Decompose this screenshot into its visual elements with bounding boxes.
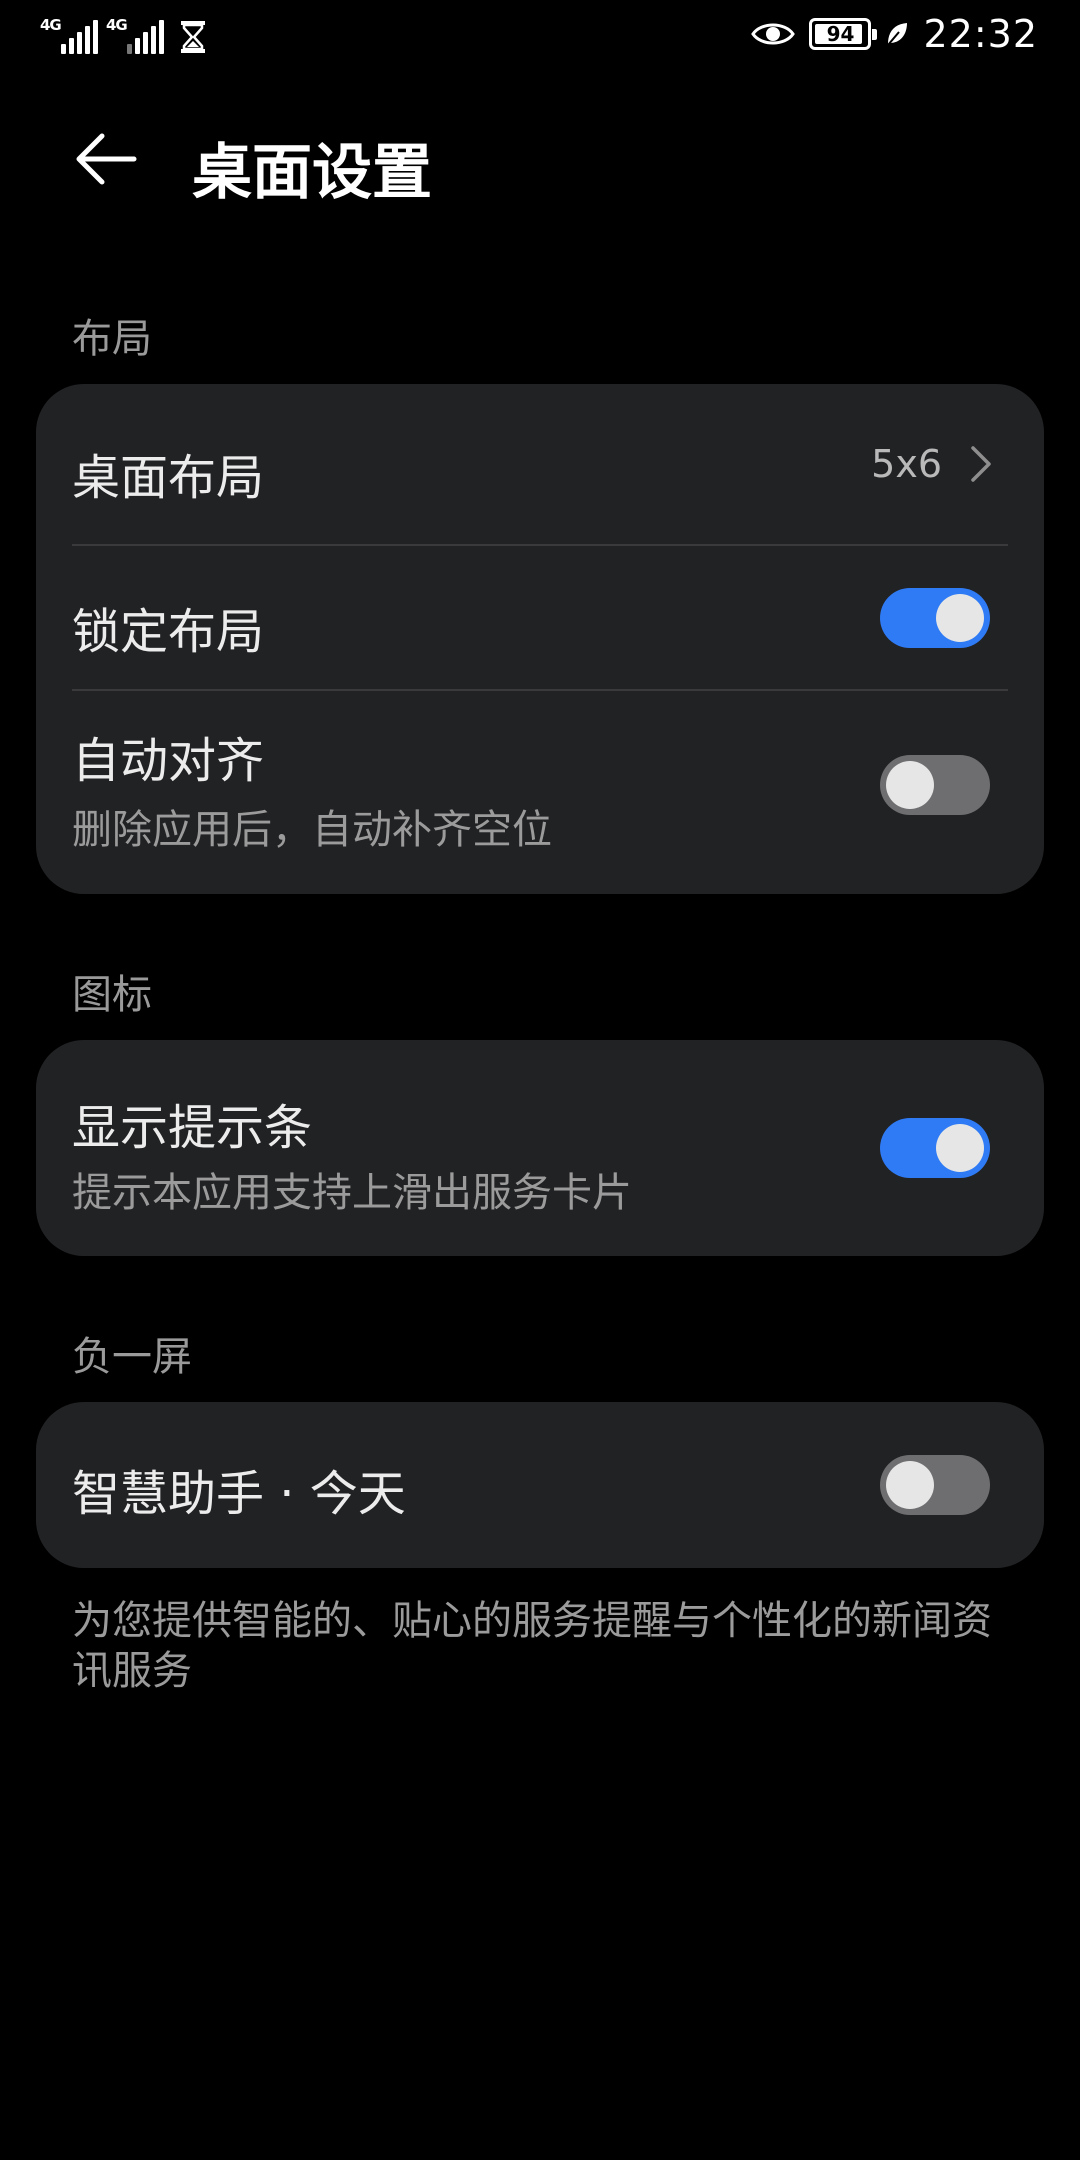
toggle-knob — [886, 761, 934, 809]
layout-card: 桌面布局 5x6 锁定布局 自动对齐 删除应用后，自动补齐空位 — [36, 384, 1044, 894]
section-label-minus-one-screen: 负一屏 — [72, 1334, 192, 1380]
back-arrow-icon[interactable] — [70, 122, 144, 196]
desktop-layout-value: 5x6 — [871, 442, 942, 486]
desktop-layout-title: 桌面布局 — [72, 450, 265, 506]
show-hint-bar-row: 显示提示条 提示本应用支持上滑出服务卡片 — [36, 1040, 1044, 1256]
status-left: 4G 4G — [40, 14, 208, 54]
smart-assistant-description: 为您提供智能的、贴心的服务提醒与个性化的新闻资讯服务 — [72, 1598, 992, 1694]
signal-icon: 4G — [106, 14, 164, 54]
section-label-icons: 图标 — [72, 972, 152, 1018]
show-hint-bar-toggle[interactable] — [880, 1118, 990, 1178]
toggle-knob — [936, 594, 984, 642]
smart-assistant-title: 智慧助手 · 今天 — [72, 1466, 406, 1522]
sim2-network-label: 4G — [106, 16, 128, 34]
smart-assistant-toggle[interactable] — [880, 1455, 990, 1515]
status-right: 94 22:32 — [751, 12, 1038, 56]
minus-one-screen-card: 智慧助手 · 今天 — [36, 1402, 1044, 1568]
signal-icon: 4G — [40, 14, 98, 54]
toggle-knob — [936, 1124, 984, 1172]
chevron-right-icon — [971, 446, 991, 482]
auto-align-title: 自动对齐 — [72, 733, 265, 789]
lock-layout-title: 锁定布局 — [72, 604, 265, 660]
auto-align-row: 自动对齐 删除应用后，自动补齐空位 — [36, 691, 1044, 894]
clock-time: 22:32 — [923, 12, 1038, 56]
section-label-layout: 布局 — [72, 316, 152, 362]
battery-level-text: 94 — [826, 22, 855, 46]
toggle-knob — [886, 1461, 934, 1509]
eye-icon — [751, 23, 796, 45]
page-title: 桌面设置 — [192, 138, 432, 208]
hourglass-icon — [181, 21, 205, 53]
show-hint-bar-subtitle: 提示本应用支持上滑出服务卡片 — [72, 1170, 632, 1216]
desktop-layout-row[interactable]: 桌面布局 5x6 — [36, 384, 1044, 544]
status-bar: 4G 4G 94 22:32 — [0, 0, 1080, 72]
smart-assistant-row: 智慧助手 · 今天 — [36, 1402, 1044, 1568]
icons-card: 显示提示条 提示本应用支持上滑出服务卡片 — [36, 1040, 1044, 1256]
battery-icon: 94 — [809, 18, 878, 50]
auto-align-toggle[interactable] — [880, 755, 990, 815]
auto-align-subtitle: 删除应用后，自动补齐空位 — [72, 807, 552, 853]
leaf-icon — [887, 23, 908, 46]
app-header: 桌面设置 — [0, 100, 1080, 210]
sim1-network-label: 4G — [40, 16, 62, 34]
lock-layout-row: 锁定布局 — [36, 546, 1044, 690]
show-hint-bar-title: 显示提示条 — [72, 1100, 313, 1156]
lock-layout-toggle[interactable] — [880, 588, 990, 648]
